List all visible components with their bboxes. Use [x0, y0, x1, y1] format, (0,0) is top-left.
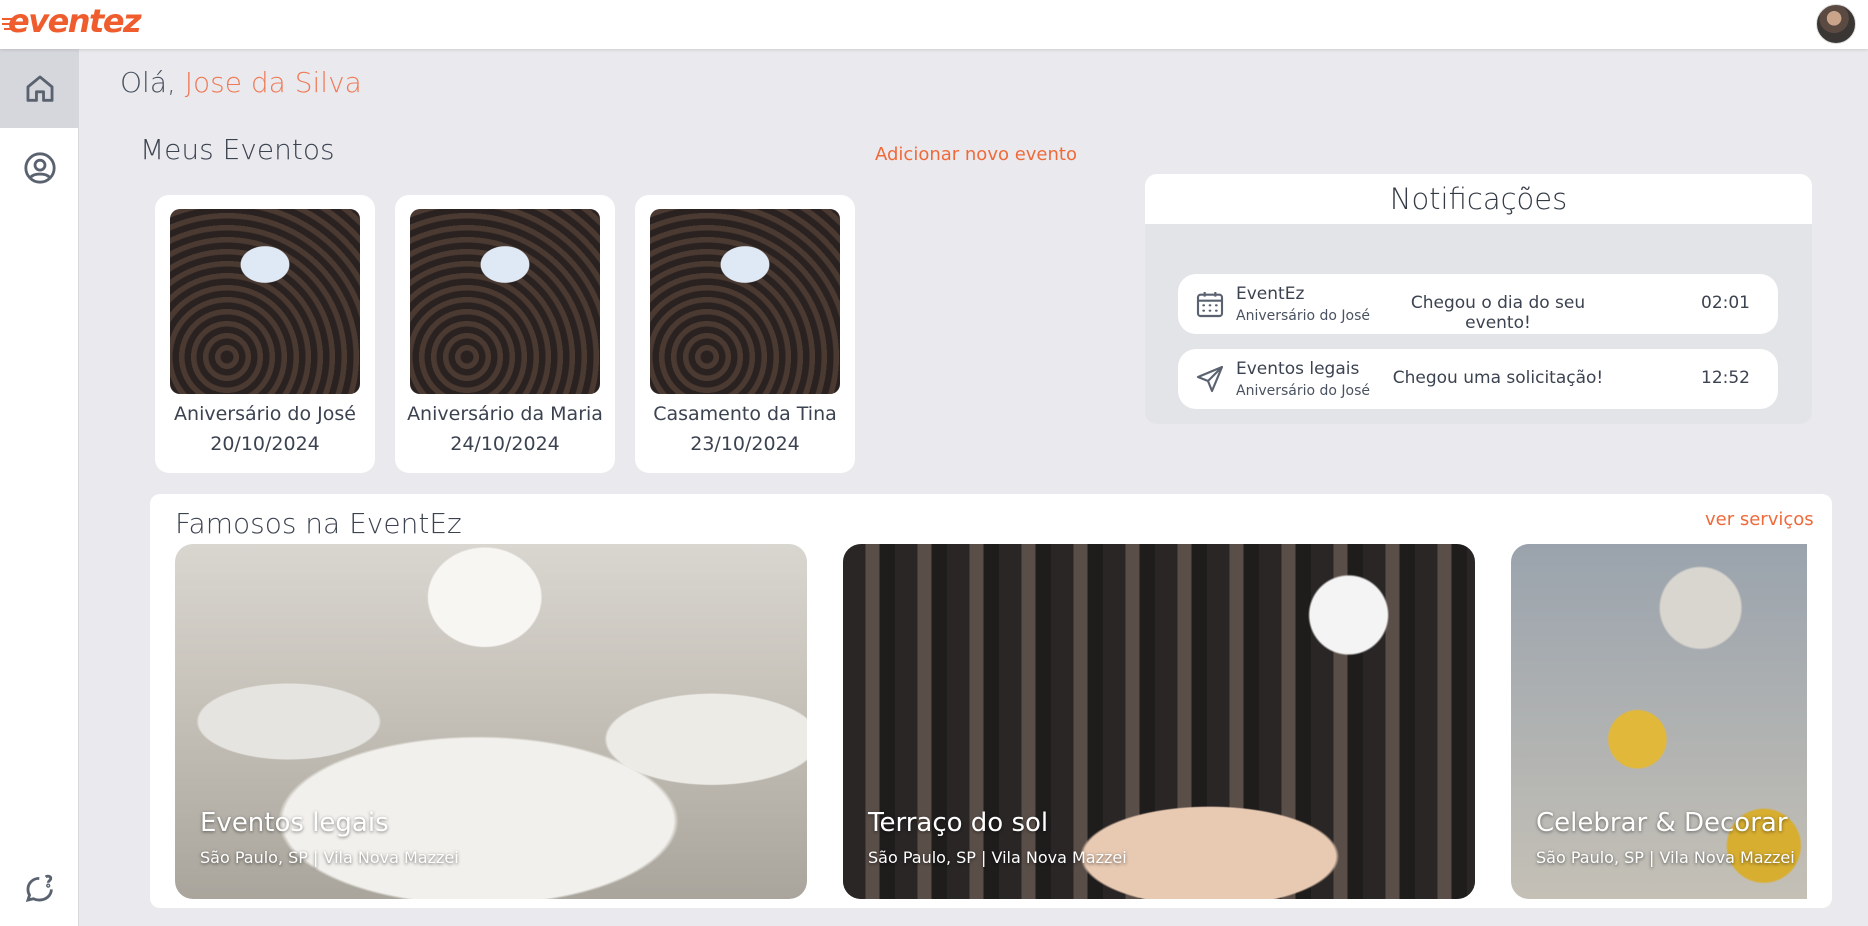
notification-message: Chegou o dia do seu evento! [1410, 293, 1586, 333]
notification-sender: Eventos legais [1236, 359, 1360, 379]
famous-carousel[interactable]: Eventos legais São Paulo, SP | Vila Nova… [175, 544, 1807, 899]
event-photo [410, 209, 600, 394]
event-date: 20/10/2024 [210, 433, 320, 455]
famous-card[interactable]: Terraço do sol São Paulo, SP | Vila Nova… [843, 544, 1475, 899]
chat-help-icon [25, 874, 53, 902]
user-icon [23, 151, 56, 184]
event-name: Casamento da Tina [653, 403, 837, 425]
venue-name: Terraço do sol [868, 808, 1049, 838]
notifications-title: Notificações [1145, 174, 1812, 224]
venue-photo [1511, 544, 1807, 899]
venue-location: São Paulo, SP | Vila Nova Mazzei [1536, 848, 1795, 867]
notifications-panel: Notificações EventEz Aniversário do José… [1145, 174, 1812, 424]
famous-card[interactable]: Eventos legais São Paulo, SP | Vila Nova… [175, 544, 807, 899]
notification-event: Aniversário do José [1236, 383, 1371, 399]
notification-event: Aniversário do José [1236, 308, 1371, 324]
event-name: Aniversário do José [174, 403, 356, 425]
event-name: Aniversário da Maria [407, 403, 603, 425]
famous-card[interactable]: Celebrar & Decorar São Paulo, SP | Vila … [1511, 544, 1807, 899]
event-photo [650, 209, 840, 394]
notification-item[interactable]: Eventos legais Aniversário do José Chego… [1178, 349, 1778, 409]
sidebar-item-help[interactable] [0, 858, 79, 918]
greeting-prefix: Olá, [120, 66, 176, 99]
venue-name: Eventos legais [200, 808, 389, 838]
event-date: 24/10/2024 [450, 433, 560, 455]
notification-item[interactable]: EventEz Aniversário do José Chegou o dia… [1178, 274, 1778, 334]
sidebar-item-profile[interactable] [0, 128, 79, 207]
event-card[interactable]: Aniversário da Maria 24/10/2024 [395, 195, 615, 473]
notification-message: Chegou uma solicitação! [1392, 368, 1604, 388]
venue-photo [175, 544, 807, 899]
notification-sender: EventEz [1236, 284, 1305, 304]
venue-location: São Paulo, SP | Vila Nova Mazzei [868, 848, 1127, 867]
see-services-link[interactable]: ver serviços [1705, 509, 1814, 530]
eventez-logo[interactable]: eventez [1, 2, 142, 40]
venue-name: Celebrar & Decorar [1536, 808, 1788, 838]
sidebar [0, 49, 79, 926]
send-icon [1194, 363, 1226, 395]
sidebar-item-home[interactable] [0, 49, 79, 128]
notification-time: 12:52 [1701, 368, 1750, 388]
user-name: Jose da Silva [184, 66, 362, 99]
my-events-title: Meus Eventos [140, 133, 335, 166]
greeting: Olá, Jose da Silva [120, 66, 362, 99]
venue-photo [843, 544, 1475, 899]
event-card[interactable]: Casamento da Tina 23/10/2024 [635, 195, 855, 473]
add-event-link[interactable]: Adicionar novo evento [875, 144, 1077, 165]
event-photo [170, 209, 360, 394]
venue-location: São Paulo, SP | Vila Nova Mazzei [200, 848, 459, 867]
logo-text: eventez [1, 2, 142, 40]
top-bar: eventez [0, 0, 1868, 49]
user-avatar[interactable] [1816, 4, 1856, 44]
notification-time: 02:01 [1701, 293, 1750, 313]
famous-title: Famosos na EventEz [175, 507, 462, 540]
calendar-icon [1194, 288, 1226, 320]
event-card[interactable]: Aniversário do José 20/10/2024 [155, 195, 375, 473]
home-icon [26, 75, 53, 102]
event-date: 23/10/2024 [690, 433, 800, 455]
